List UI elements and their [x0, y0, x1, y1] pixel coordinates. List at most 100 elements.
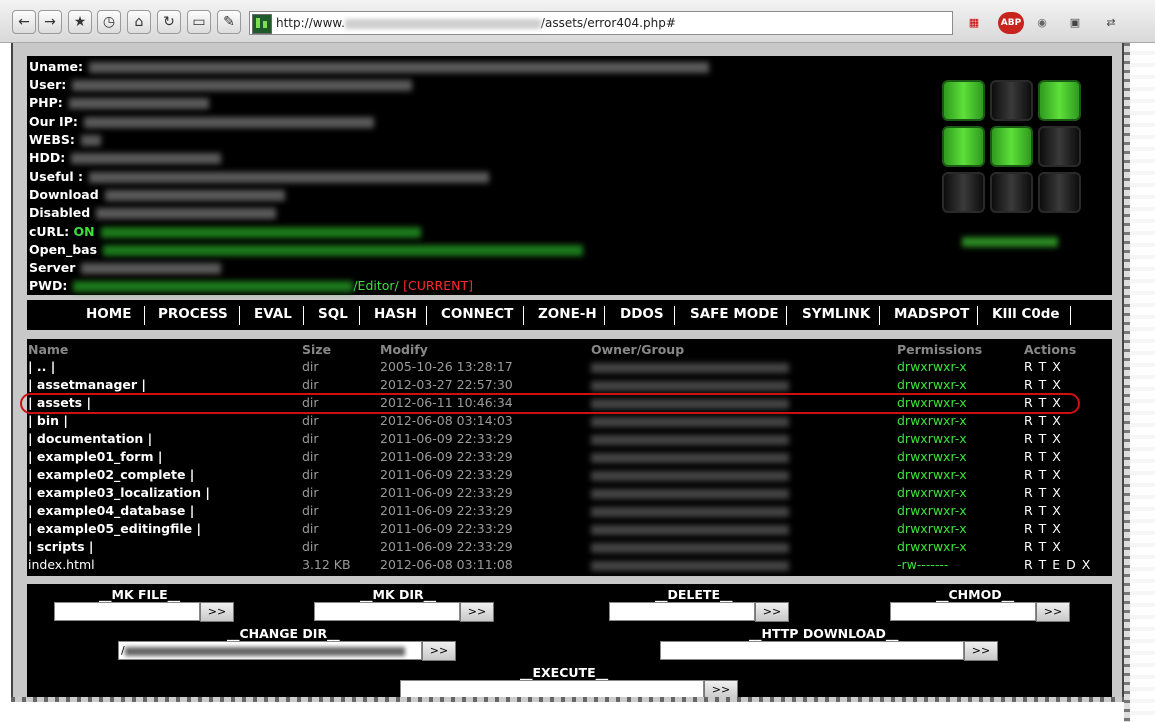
col-actions[interactable]: Actions	[1024, 342, 1076, 357]
file-actions[interactable]: R T X	[1024, 359, 1062, 374]
file-name-link[interactable]: | example05_editingfile |	[28, 521, 201, 536]
file-permissions-link[interactable]: drwxrwxr-x	[897, 413, 967, 428]
file-actions[interactable]: R T X	[1024, 467, 1062, 482]
http-download-button[interactable]: >>	[964, 641, 998, 661]
col-permissions[interactable]: Permissions	[897, 342, 982, 357]
home-icon[interactable]: ⌂	[127, 10, 151, 34]
file-permissions-link[interactable]: drwxrwxr-x	[897, 449, 967, 464]
file-name-link[interactable]: | bin |	[28, 413, 68, 428]
file-permissions-link[interactable]: drwxrwxr-x	[897, 521, 967, 536]
execute-button[interactable]: >>	[704, 680, 738, 697]
file-size: 3.12 KB	[302, 557, 351, 572]
file-permissions-link[interactable]: drwxrwxr-x	[897, 485, 967, 500]
file-permissions-link[interactable]: drwxrwxr-x	[897, 359, 967, 374]
change-dir-input[interactable]: /	[118, 641, 422, 660]
table-row[interactable]: | bin | dir 2012-06-08 03:14:03 drwxrwxr-x R…	[27, 412, 1112, 430]
nav-safe-mode[interactable]: SAFE MODE	[690, 306, 779, 322]
forward-icon[interactable]: →	[38, 10, 62, 34]
nav-symlink[interactable]: SYMLINK	[802, 306, 870, 322]
http-download-input[interactable]	[660, 641, 964, 660]
nav-hash[interactable]: HASH	[374, 306, 417, 322]
table-row[interactable]: | .. | dir 2005-10-26 13:28:17 drwxrwxr-x R …	[27, 358, 1112, 376]
history-icon[interactable]: ◷	[97, 10, 121, 34]
adblock-plus-icon[interactable]: ABP	[998, 12, 1024, 34]
nav-eval[interactable]: EVAL	[254, 306, 292, 322]
file-actions[interactable]: R T X	[1024, 377, 1062, 392]
reload-icon[interactable]: ↻	[157, 10, 181, 34]
file-name-link[interactable]: | example01_form |	[28, 449, 162, 464]
execute-input[interactable]	[400, 680, 704, 697]
addon-globe-icon[interactable]: ◉	[1031, 12, 1053, 34]
nav-connect[interactable]: CONNECT	[441, 306, 513, 322]
file-actions[interactable]: R T X	[1024, 413, 1062, 428]
file-owner-redacted	[591, 417, 789, 427]
nav-process[interactable]: PROCESS	[158, 306, 228, 322]
nav-ddos[interactable]: DDOS	[620, 306, 664, 322]
pwd-current-link[interactable]: [CURRENT]	[403, 278, 473, 293]
file-name-link[interactable]: index.html	[28, 557, 95, 572]
nav-madspot[interactable]: MADSPOT	[894, 306, 969, 322]
table-row[interactable]: | example01_form | dir 2011-06-09 22:33:29…	[27, 448, 1112, 466]
table-row[interactable]: | scripts | dir 2011-06-09 22:33:29 drwxrwx…	[27, 538, 1112, 556]
file-size: dir	[302, 539, 319, 554]
shell-logo	[942, 80, 1082, 220]
url-bar[interactable]: http://www./assets/error404.php# ☆ ▼	[249, 11, 953, 35]
file-permissions-link[interactable]: drwxrwxr-x	[897, 539, 967, 554]
file-name-link[interactable]: | example02_complete |	[28, 467, 194, 482]
table-row[interactable]: | assetmanager | dir 2012-03-27 22:57:30 dr…	[27, 376, 1112, 394]
col-size[interactable]: Size	[302, 342, 331, 357]
file-size: dir	[302, 503, 319, 518]
nav-sql[interactable]: SQL	[318, 306, 348, 322]
file-size: dir	[302, 431, 319, 446]
table-row[interactable]: | example03_localization | dir 2011-06-09 …	[27, 484, 1112, 502]
mk-dir-label: __MK DIR__	[360, 587, 437, 602]
bookmarks-icon[interactable]: ★	[68, 10, 92, 34]
table-row[interactable]: | documentation | dir 2011-06-09 22:33:29 d…	[27, 430, 1112, 448]
file-actions[interactable]: R T X	[1024, 503, 1062, 518]
file-actions[interactable]: R T X	[1024, 485, 1062, 500]
table-row[interactable]: | example02_complete | dir 2011-06-09 22:3…	[27, 466, 1112, 484]
tab-icon[interactable]: ▭	[187, 10, 211, 34]
file-name-link[interactable]: | scripts |	[28, 539, 94, 554]
screenshot-camera-icon[interactable]: ▣	[1064, 12, 1086, 34]
file-permissions-link[interactable]: drwxrwxr-x	[897, 503, 967, 518]
mk-dir-input[interactable]	[314, 602, 460, 621]
addon-extra-icon[interactable]: ⇄	[1100, 12, 1122, 34]
http-download-label: __HTTP DOWNLOAD__	[749, 626, 899, 641]
file-name-link[interactable]: | .. |	[28, 359, 55, 374]
back-icon[interactable]: ←	[12, 10, 36, 34]
table-row[interactable]: index.html 3.12 KB 2012-06-08 03:11:08 -rw-…	[27, 556, 1112, 574]
table-row[interactable]: | example05_editingfile | dir 2011-06-09 2…	[27, 520, 1112, 538]
file-actions[interactable]: R T X	[1024, 521, 1062, 536]
addon-translate-icon[interactable]: ▦	[963, 12, 985, 34]
delete-input[interactable]	[609, 602, 755, 621]
file-actions[interactable]: R T X	[1024, 449, 1062, 464]
nav-kill-code[interactable]: KIll C0de	[992, 306, 1060, 322]
mk-file-input[interactable]	[54, 602, 200, 621]
change-dir-button[interactable]: >>	[422, 641, 456, 661]
nav-home[interactable]: HOME	[86, 306, 131, 322]
file-actions[interactable]: R T E D X	[1024, 557, 1091, 572]
file-owner-redacted	[591, 489, 789, 499]
brush-icon[interactable]: ✎	[217, 10, 241, 34]
col-name[interactable]: Name	[28, 342, 68, 357]
file-permissions-link[interactable]: drwxrwxr-x	[897, 377, 967, 392]
file-name-link[interactable]: | assetmanager |	[28, 377, 146, 392]
file-permissions-link[interactable]: drwxrwxr-x	[897, 467, 967, 482]
col-modify[interactable]: Modify	[380, 342, 428, 357]
file-name-link[interactable]: | documentation |	[28, 431, 152, 446]
file-name-link[interactable]: | example03_localization |	[28, 485, 210, 500]
file-permissions-link[interactable]: -rw-------	[897, 557, 948, 572]
chmod-input[interactable]	[890, 602, 1036, 621]
nav-zone-h[interactable]: ZONE-H	[538, 306, 597, 322]
file-actions[interactable]: R T X	[1024, 539, 1062, 554]
mk-dir-button[interactable]: >>	[460, 602, 494, 622]
table-row[interactable]: | example04_database | dir 2011-06-09 22:3…	[27, 502, 1112, 520]
file-permissions-link[interactable]: drwxrwxr-x	[897, 431, 967, 446]
file-name-link[interactable]: | example04_database |	[28, 503, 194, 518]
file-actions[interactable]: R T X	[1024, 431, 1062, 446]
chmod-button[interactable]: >>	[1036, 602, 1070, 622]
col-owner[interactable]: Owner/Group	[591, 342, 684, 357]
mk-file-button[interactable]: >>	[200, 602, 234, 622]
delete-button[interactable]: >>	[755, 602, 789, 622]
